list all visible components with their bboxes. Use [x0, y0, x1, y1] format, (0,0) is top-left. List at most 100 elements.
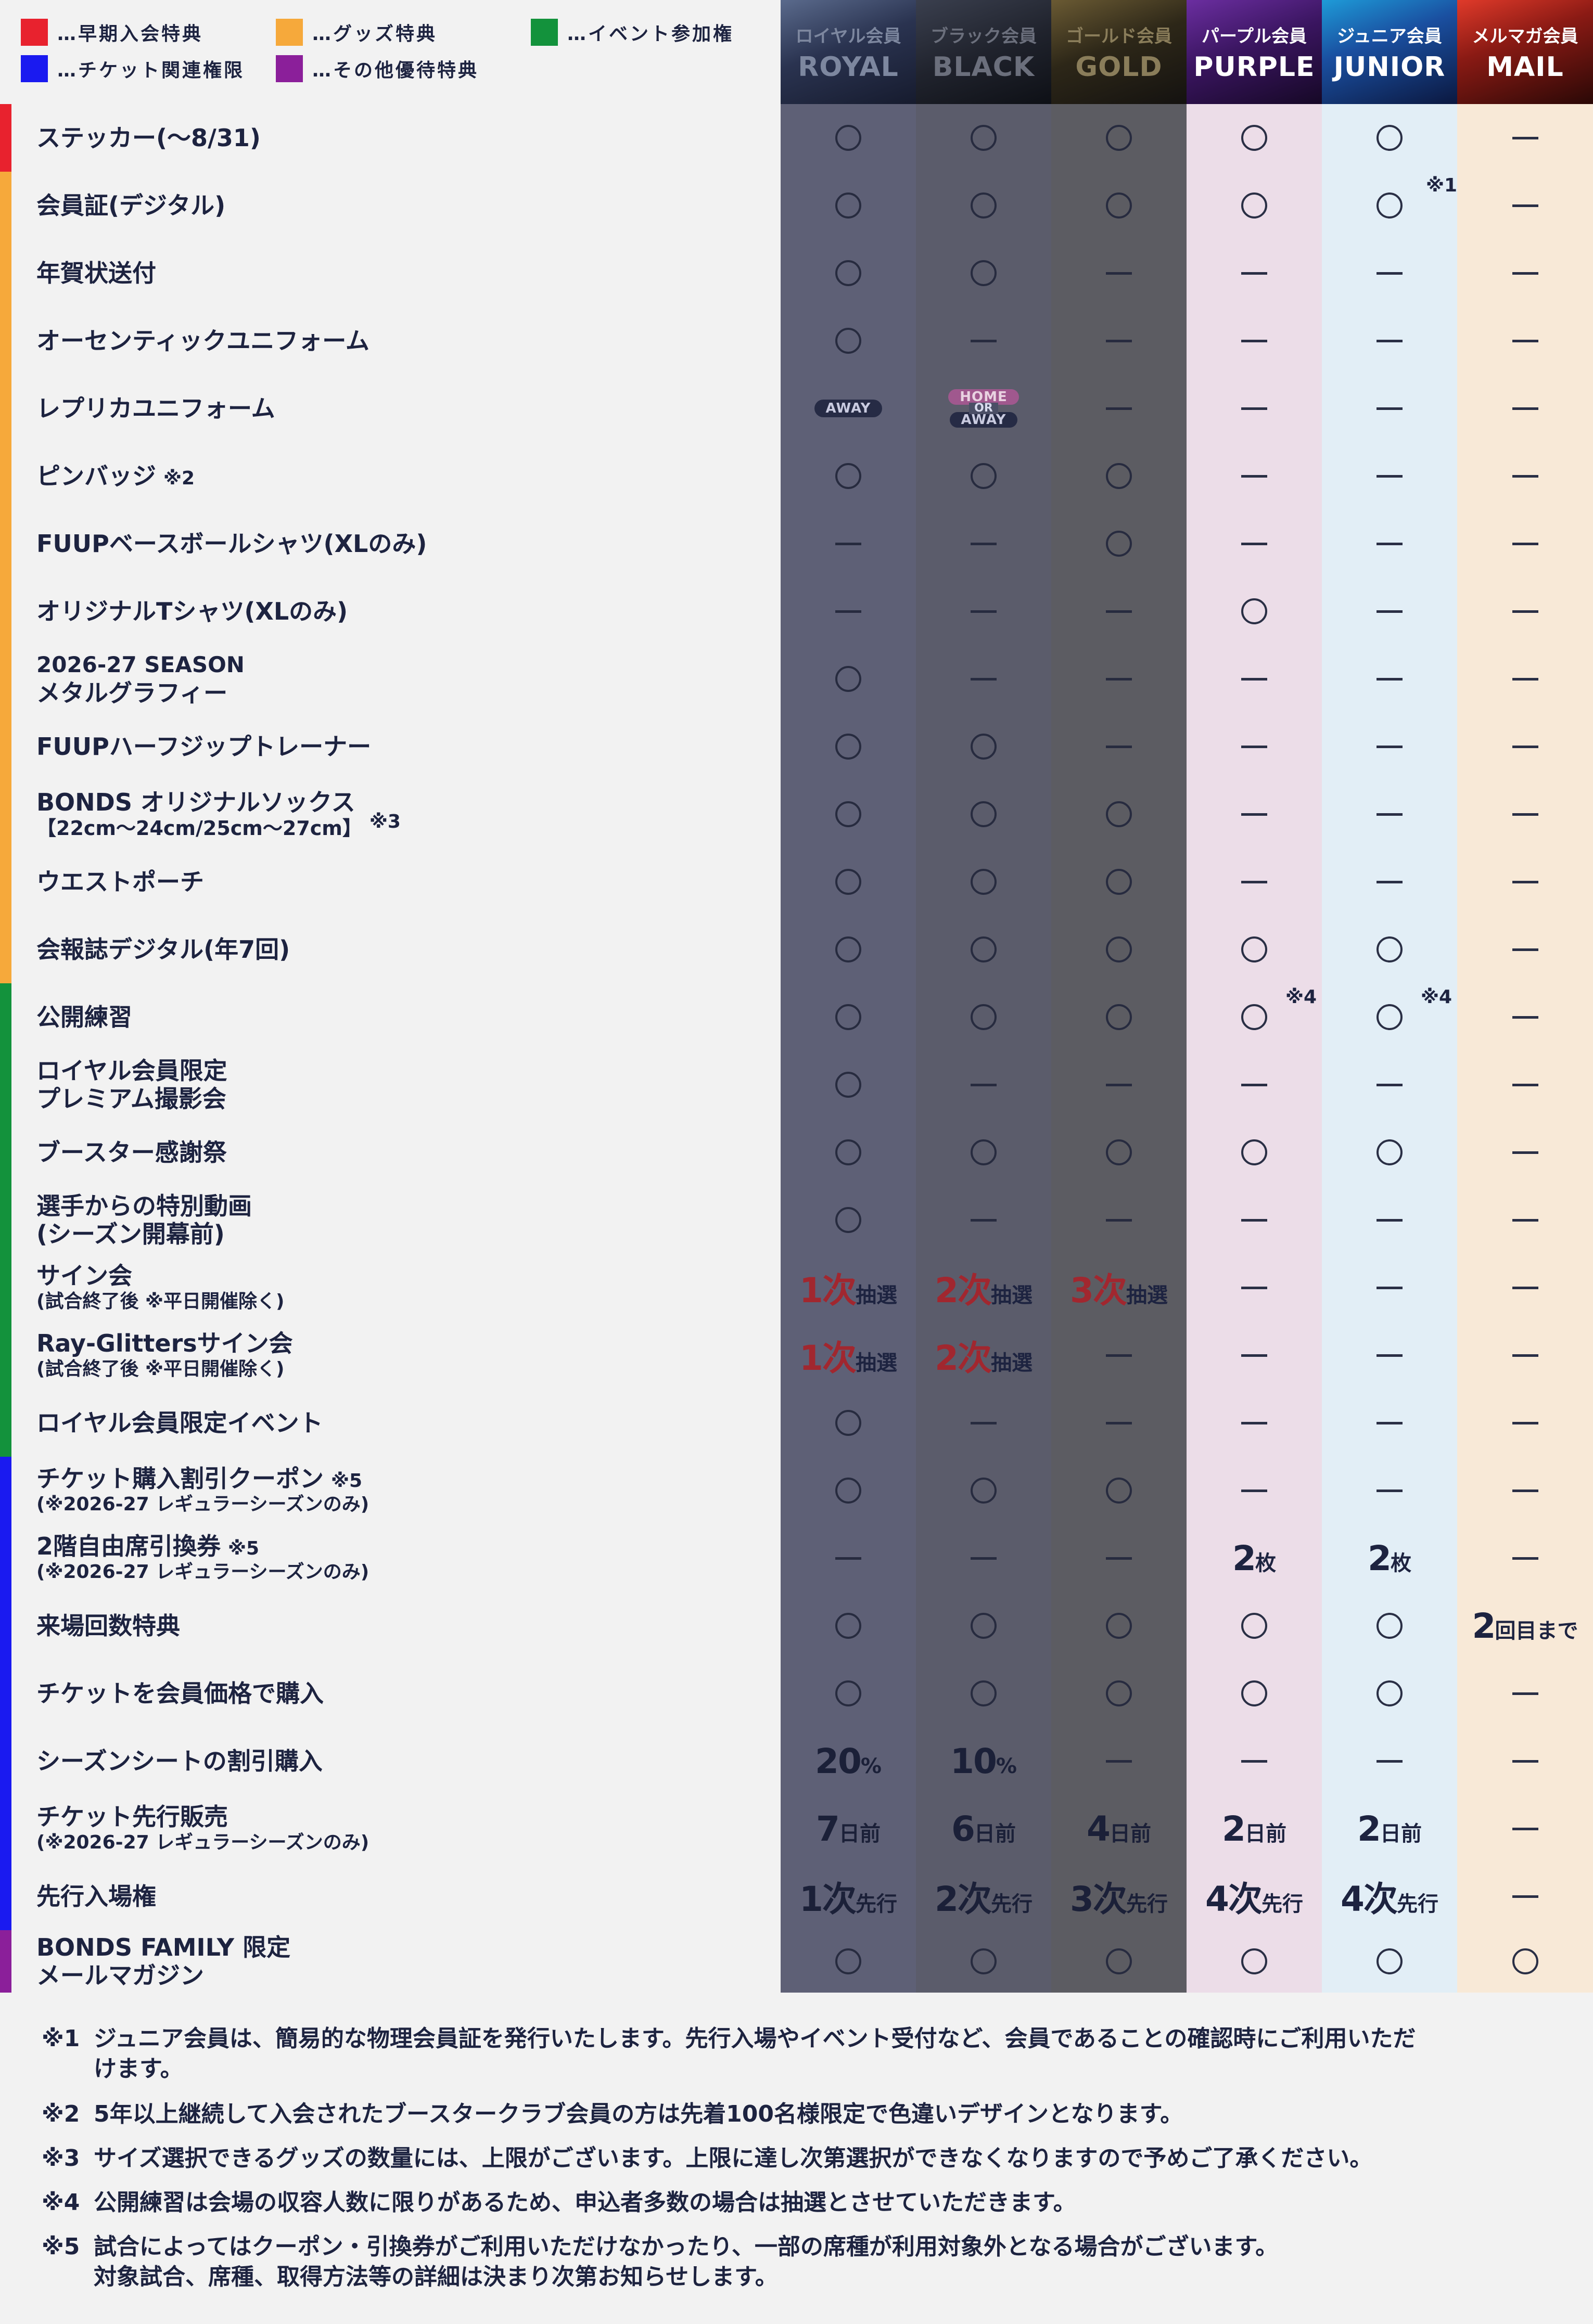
circle-icon — [971, 192, 997, 219]
circle-icon — [1241, 1139, 1267, 1165]
circle-icon — [1106, 1948, 1132, 1974]
footnote: ※3 サイズ選択できるグッズの数量には、上限がございます。上限に達し次第選択ができ… — [42, 2143, 1561, 2174]
cell-junior — [1322, 1592, 1457, 1660]
circle-icon — [1241, 192, 1267, 219]
cell-purple — [1187, 1186, 1322, 1254]
lottery-value: 1次 抽選 — [799, 1330, 897, 1380]
dash-icon — [1512, 542, 1538, 545]
table-row: サイン会 (試合終了後 ※平日開催除く) 1次 抽選 2次 抽選 3次 抽選 — [0, 1254, 1593, 1321]
cell-royal: 7 日前 — [781, 1795, 916, 1863]
cell-junior — [1322, 104, 1457, 172]
value-number: 20 — [815, 1741, 862, 1781]
circle-icon — [835, 260, 861, 286]
cell-junior: 4次 先行 — [1322, 1863, 1457, 1930]
table-row: 会員証(デジタル) ※1 — [0, 172, 1593, 239]
cell-black — [916, 1524, 1051, 1592]
cell-mail — [1457, 104, 1593, 172]
footnote-mark: ※4 — [42, 2189, 80, 2216]
cell-junior: ※4 — [1322, 983, 1457, 1051]
cell-gold: 4 日前 — [1051, 1795, 1187, 1863]
dash-icon — [1377, 1354, 1403, 1357]
cell-gold — [1051, 1119, 1187, 1186]
circle-icon — [1106, 463, 1132, 489]
cell-gold — [1051, 1930, 1187, 1993]
or-label: OR — [969, 403, 998, 414]
circle-icon — [835, 801, 861, 827]
footnote: ※1 ジュニア会員は、簡易的な物理会員証を発行いたします。先行入場やイベント受付な… — [42, 2024, 1561, 2084]
cell-black — [916, 307, 1051, 375]
value-number: 1次 — [799, 1338, 857, 1378]
table-row: 2階自由席引換券 ※5 (※2026-27 レギュラーシーズンのみ) 2枚 2枚 — [0, 1524, 1593, 1592]
row-label: ステッカー(〜8/31) — [36, 104, 775, 172]
cell-royal — [781, 442, 916, 510]
row-note: ※5 — [228, 1538, 260, 1559]
footnote-text: 試合によってはクーポン・引換券がご利用いただけなかったり、一部の席種が利用対象外… — [94, 2233, 1279, 2260]
legend-label: …イベント参加権 — [567, 23, 734, 45]
circle-icon — [1377, 1613, 1403, 1639]
cell-royal: 20% — [781, 1727, 916, 1795]
cell-mail — [1457, 1051, 1593, 1119]
dash-icon — [1512, 948, 1538, 951]
circle-icon — [835, 1680, 861, 1706]
dash-icon — [1241, 677, 1267, 680]
cell-black — [916, 172, 1051, 239]
cell-purple — [1187, 645, 1322, 713]
column-en-label: GOLD — [1075, 51, 1163, 83]
cell-gold — [1051, 983, 1187, 1051]
column-header-royal: ロイヤル会員 ROYAL — [781, 0, 916, 104]
value-unit: 日前 — [974, 1821, 1016, 1846]
discount-value: 10% — [950, 1741, 1017, 1781]
cell-black — [916, 1660, 1051, 1727]
entry-value: 3次 先行 — [1070, 1871, 1168, 1921]
dash-icon — [1512, 1016, 1538, 1019]
dash-icon — [1106, 1557, 1132, 1560]
cell-mail — [1457, 307, 1593, 375]
dash-icon — [835, 1557, 861, 1560]
row-title: BONDS FAMILY 限定 — [36, 1933, 291, 1961]
cell-royal — [781, 916, 916, 983]
row-title: ステッカー(〜8/31) — [36, 124, 261, 152]
footnote-mark: ※4 — [1421, 986, 1452, 1008]
footnote-mark: ※1 — [42, 2025, 80, 2052]
circle-icon — [1377, 936, 1403, 962]
cell-mail — [1457, 1254, 1593, 1321]
column-en-label: ROYAL — [798, 51, 899, 83]
dash-icon — [1377, 1489, 1403, 1492]
value-unit: 日前 — [1109, 1821, 1151, 1846]
column-jp-label: メルマガ会員 — [1472, 25, 1578, 47]
cell-mail: 2 回目まで — [1457, 1592, 1593, 1660]
legend-goods: …グッズ特典 — [276, 19, 437, 46]
row-title: 先行入場権 — [36, 1882, 156, 1910]
row-label: 2026-27 SEASON メタルグラフィー — [36, 645, 775, 713]
cell-gold — [1051, 1660, 1187, 1727]
column-jp-label: ジュニア会員 — [1337, 25, 1442, 47]
cell-junior — [1322, 1389, 1457, 1457]
dash-icon — [1241, 1218, 1267, 1222]
row-title: ロイヤル会員限定 — [36, 1057, 227, 1085]
cell-purple — [1187, 510, 1322, 577]
circle-icon — [1241, 125, 1267, 151]
cell-purple — [1187, 239, 1322, 307]
circle-icon — [1106, 869, 1132, 895]
cell-black — [916, 983, 1051, 1051]
cell-mail — [1457, 1795, 1593, 1863]
dash-icon — [1106, 1218, 1132, 1222]
legend-label: …グッズ特典 — [312, 23, 438, 45]
value-number: 1次 — [799, 1270, 857, 1311]
value-unit: 先行 — [855, 1892, 897, 1916]
row-label: オーセンティックユニフォーム — [36, 307, 775, 375]
ticket-count-value: 2枚 — [1368, 1538, 1411, 1578]
cell-purple — [1187, 848, 1322, 916]
circle-icon — [835, 869, 861, 895]
column-jp-label: ブラック会員 — [931, 25, 1037, 47]
dash-icon — [1512, 677, 1538, 680]
dash-icon — [1106, 272, 1132, 275]
circle-icon — [1241, 1948, 1267, 1974]
value-unit: 回目まで — [1495, 1619, 1578, 1643]
away-pill: AWAY — [814, 400, 883, 417]
row-title: オリジナルTシャツ(XLのみ) — [36, 597, 348, 625]
circle-icon — [835, 734, 861, 760]
row-title: 年賀状送付 — [36, 259, 156, 287]
cell-black — [916, 104, 1051, 172]
lottery-value: 2次 抽選 — [935, 1330, 1033, 1380]
